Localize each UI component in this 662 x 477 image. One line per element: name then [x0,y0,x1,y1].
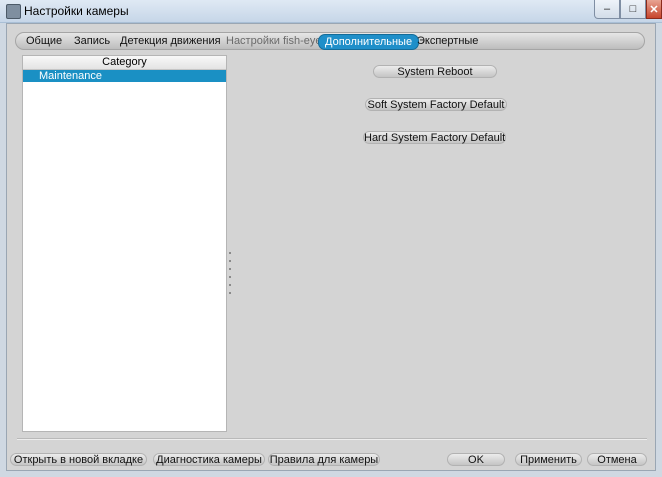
tab-recording[interactable]: Запись [68,34,116,48]
category-panel: Category Maintenance [22,55,227,432]
soft-factory-default-button[interactable]: Soft System Factory Default [365,98,507,111]
window-title: Настройки камеры [24,4,129,18]
category-header[interactable]: Category [23,56,226,70]
tab-motion-detection[interactable]: Детекция движения [114,34,227,48]
open-in-new-tab-button[interactable]: Открыть в новой вкладке [10,453,147,466]
tab-general[interactable]: Общие [20,34,68,48]
close-icon: ✕ [649,3,659,16]
app-icon [6,4,21,19]
title-bar[interactable]: Настройки камеры – □ ✕ [0,0,662,23]
close-button[interactable]: ✕ [646,0,662,19]
maximize-icon: □ [629,3,637,15]
camera-diagnostics-button[interactable]: Диагностика камеры [153,453,265,466]
maximize-button[interactable]: □ [620,0,646,19]
dialog-body: Общие Запись Детекция движения Настройки… [6,23,656,471]
camera-rules-button[interactable]: Правила для камеры [268,453,380,466]
ok-button[interactable]: OK [447,453,505,466]
category-item-maintenance[interactable]: Maintenance [23,70,226,82]
system-reboot-button[interactable]: System Reboot [373,65,497,78]
tab-expert[interactable]: Экспертные [411,34,484,48]
tab-advanced[interactable]: Дополнительные [318,34,420,50]
hard-factory-default-button[interactable]: Hard System Factory Default [363,131,506,144]
footer-separator [17,438,647,440]
tab-bar: Общие Запись Детекция движения Настройки… [15,32,645,50]
cancel-button[interactable]: Отмена [587,453,647,466]
apply-button[interactable]: Применить [515,453,582,466]
tab-fisheye-settings[interactable]: Настройки fish-eye [220,34,328,48]
category-item-label: Maintenance [39,70,102,82]
minimize-button[interactable]: – [594,0,620,19]
minimize-icon: – [603,3,611,15]
splitter-handle[interactable] [227,252,233,308]
